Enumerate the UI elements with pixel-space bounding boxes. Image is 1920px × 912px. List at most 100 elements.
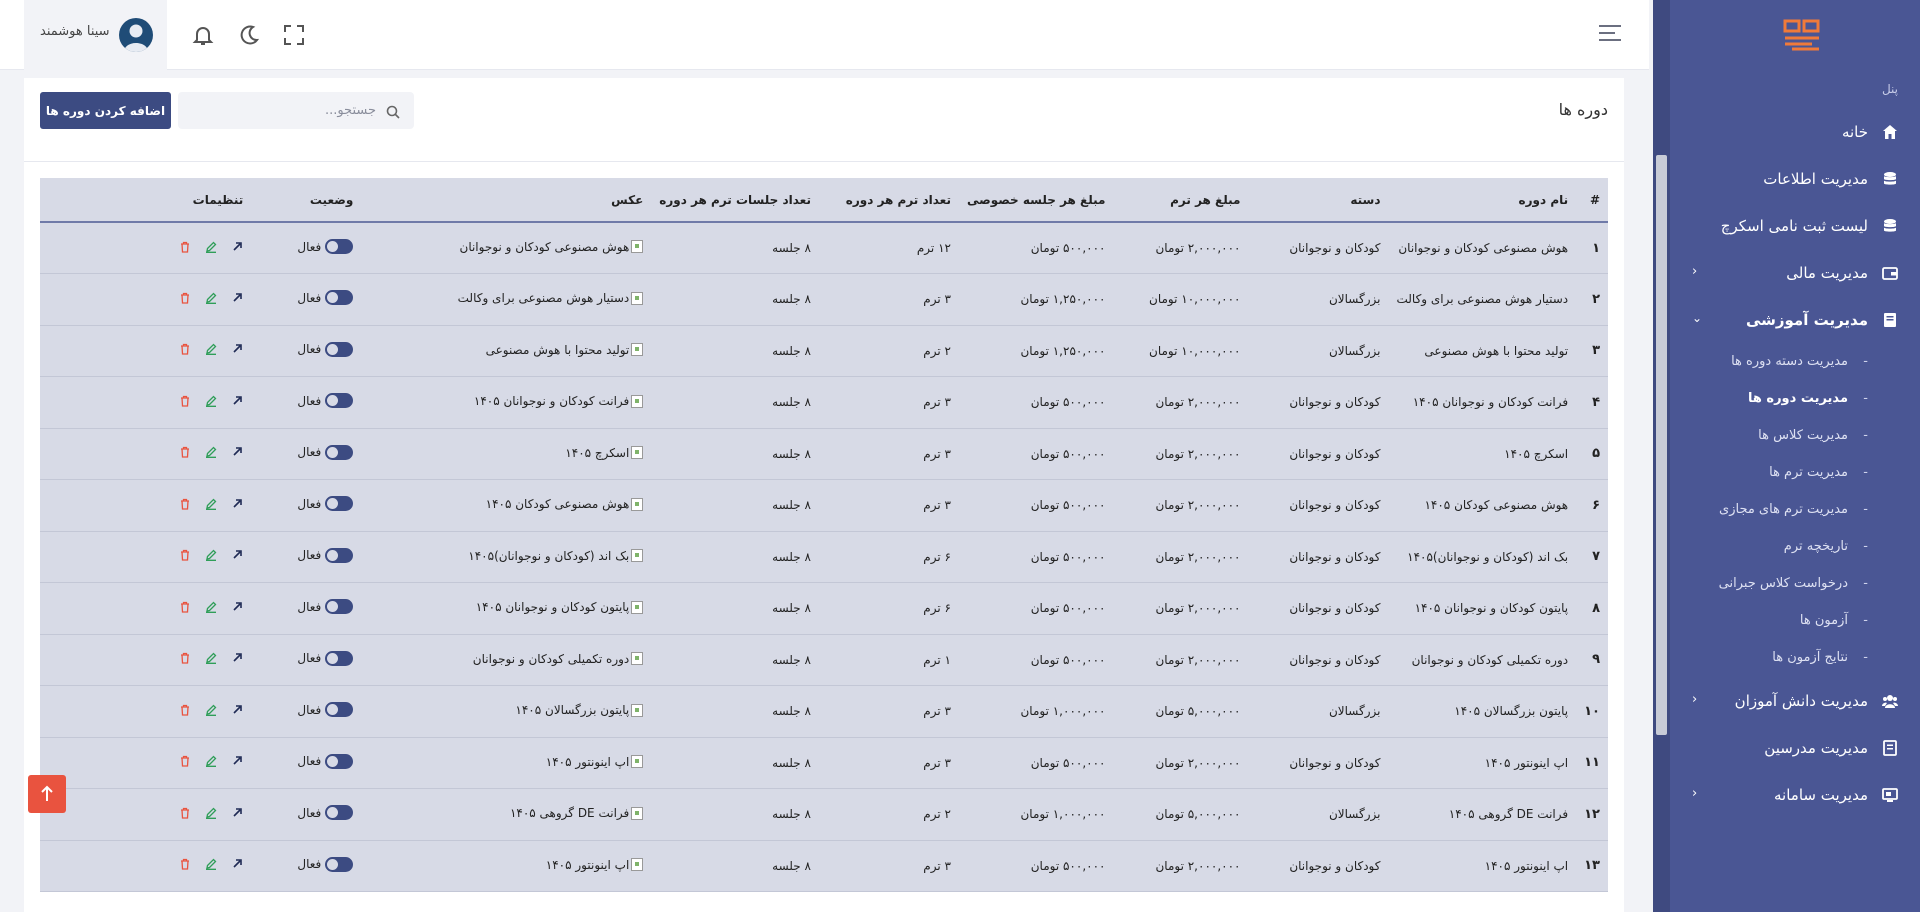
col-header-term-price: مبلغ هر ترم <box>1113 178 1249 223</box>
sidebar-item-teachers[interactable]: مدیریت مدرسین <box>1670 728 1920 768</box>
status-toggle[interactable] <box>325 444 354 460</box>
edit-icon[interactable] <box>205 446 217 459</box>
add-course-button[interactable]: اضافه کردن دوره ها <box>40 92 171 129</box>
edit-icon[interactable] <box>205 601 217 613</box>
link-icon[interactable] <box>231 704 243 716</box>
dark-mode-icon[interactable] <box>238 24 260 46</box>
status-toggle[interactable] <box>325 599 354 615</box>
edit-icon[interactable] <box>205 549 217 562</box>
sidebar-item-home[interactable]: خانه <box>1670 112 1920 152</box>
course-image: دوره تکمیلی کودکان و نوجوانان <box>361 634 652 686</box>
sidebar-sub-course-categories[interactable]: - مدیریت دسته دوره ها <box>1670 344 1920 381</box>
sidebar-sub-label: آزمون ها <box>1799 613 1848 628</box>
sidebar-item-scratch-signups[interactable]: لیست ثبت نامی اسکرچ <box>1670 206 1920 246</box>
delete-icon[interactable] <box>179 601 191 613</box>
delete-icon[interactable] <box>179 755 191 767</box>
edit-icon[interactable] <box>205 343 217 356</box>
terms-count: ۳ ترم <box>818 428 959 480</box>
sidebar-item-education[interactable]: مدیریت آموزشی ⌄ <box>1670 300 1920 340</box>
col-header-index: # <box>1576 178 1608 223</box>
table-row: ۶ هوش مصنوعی کودکان ۱۴۰۵ کودکان و نوجوانان… <box>40 479 1608 532</box>
delete-icon[interactable] <box>179 498 191 510</box>
actions-group <box>169 446 243 459</box>
sidebar-item-finance[interactable]: مدیریت مالی ‹ <box>1670 253 1920 293</box>
search-input[interactable] <box>178 92 414 129</box>
delete-icon[interactable] <box>179 858 191 870</box>
status-toggle[interactable] <box>325 805 354 821</box>
edit-icon[interactable] <box>205 807 217 819</box>
sidebar-sub-label: مدیریت ترم ها <box>1769 465 1848 480</box>
link-icon[interactable] <box>231 652 243 664</box>
delete-icon[interactable] <box>179 549 191 561</box>
sidebar-sub-courses[interactable]: - مدیریت دوره ها <box>1670 381 1920 418</box>
user-menu[interactable]: سینا هوشمند <box>24 0 167 70</box>
status-toggle[interactable] <box>325 290 354 306</box>
course-name: اپ اینونتور ۱۴۰۵ <box>1388 840 1577 892</box>
sidebar-scrollbar[interactable] <box>1653 0 1670 912</box>
status-toggle[interactable] <box>325 239 354 254</box>
sidebar-item-info-management[interactable]: مدیریت اطلاعات <box>1670 159 1920 199</box>
monitor-icon <box>1882 788 1898 802</box>
course-image: تولید محتوا با هوش مصنوعی <box>361 325 652 377</box>
actions-group <box>169 343 243 356</box>
delete-icon[interactable] <box>179 343 191 355</box>
delete-icon[interactable] <box>179 446 191 458</box>
menu-toggle-icon[interactable] <box>1599 25 1621 45</box>
delete-icon[interactable] <box>179 395 191 407</box>
edit-icon[interactable] <box>205 395 217 407</box>
link-icon[interactable] <box>231 498 243 510</box>
status-toggle[interactable] <box>325 856 354 872</box>
edit-icon[interactable] <box>205 498 217 510</box>
link-icon[interactable] <box>231 292 243 304</box>
sidebar-item-students[interactable]: مدیریت دانش آموزان ‹ <box>1670 681 1920 721</box>
link-icon[interactable] <box>231 395 243 407</box>
link-icon[interactable] <box>231 549 243 561</box>
link-icon[interactable] <box>231 343 243 355</box>
edit-icon[interactable] <box>205 704 217 716</box>
term-price: ۵,۰۰۰,۰۰۰ تومان <box>1113 788 1249 841</box>
sidebar-sub-makeup-class[interactable]: - درخواست کلاس جبرانی <box>1670 566 1920 603</box>
delete-icon[interactable] <box>179 652 191 664</box>
edit-icon[interactable] <box>205 241 217 253</box>
sidebar-sub-exams[interactable]: - آزمون ها <box>1670 603 1920 640</box>
image-cell: پایتون کودکان و نوجوانان ۱۴۰۵ <box>476 600 644 614</box>
delete-icon[interactable] <box>179 704 191 716</box>
delete-icon[interactable] <box>179 241 191 253</box>
sidebar-sub-exam-results[interactable]: - نتایج آزمون ها <box>1670 640 1920 677</box>
sidebar-sub-virtual-terms[interactable]: - مدیریت ترم های مجازی <box>1670 492 1920 529</box>
sidebar-item-system[interactable]: مدیریت سامانه ‹ <box>1670 775 1920 815</box>
scroll-to-top-button[interactable] <box>28 775 66 813</box>
link-icon[interactable] <box>231 755 243 767</box>
status-toggle[interactable] <box>325 393 354 409</box>
bell-icon[interactable] <box>192 24 214 46</box>
status-toggle[interactable] <box>325 702 354 718</box>
course-status: فعال <box>251 428 362 480</box>
sidebar-sub-terms[interactable]: - مدیریت ترم ها <box>1670 455 1920 492</box>
edit-icon[interactable] <box>205 292 217 304</box>
link-icon[interactable] <box>231 807 243 819</box>
status-toggle[interactable] <box>325 341 354 357</box>
delete-icon[interactable] <box>179 807 191 819</box>
status-toggle[interactable] <box>325 650 354 666</box>
course-name: دستیار هوش مصنوعی برای وکالت <box>1388 273 1577 326</box>
image-cell: اسکرچ ۱۴۰۵ <box>565 446 644 460</box>
sidebar-scroll-thumb[interactable] <box>1656 155 1667 735</box>
sidebar-sub-classes[interactable]: - مدیریت کلاس ها <box>1670 418 1920 455</box>
status-toggle[interactable] <box>325 547 354 563</box>
sidebar-sub-term-history[interactable]: - تاریخچه ترم <box>1670 529 1920 566</box>
link-icon[interactable] <box>231 858 243 870</box>
edit-icon[interactable] <box>205 755 217 768</box>
fullscreen-icon[interactable] <box>283 24 305 46</box>
link-icon[interactable] <box>231 601 243 613</box>
status-group: فعال <box>297 290 354 306</box>
table-row: ۹ دوره تکمیلی کودکان و نوجوانان کودکان و ن… <box>40 634 1608 686</box>
link-icon[interactable] <box>231 241 243 253</box>
delete-icon[interactable] <box>179 292 191 304</box>
image-cell: بک اند (کودکان و نوجوانان)۱۴۰۵ <box>468 549 644 563</box>
edit-icon[interactable] <box>205 858 217 871</box>
row-index: ۱۱ <box>1576 737 1608 789</box>
link-icon[interactable] <box>231 446 243 458</box>
status-toggle[interactable] <box>325 753 354 769</box>
status-toggle[interactable] <box>325 496 354 512</box>
edit-icon[interactable] <box>205 652 217 665</box>
